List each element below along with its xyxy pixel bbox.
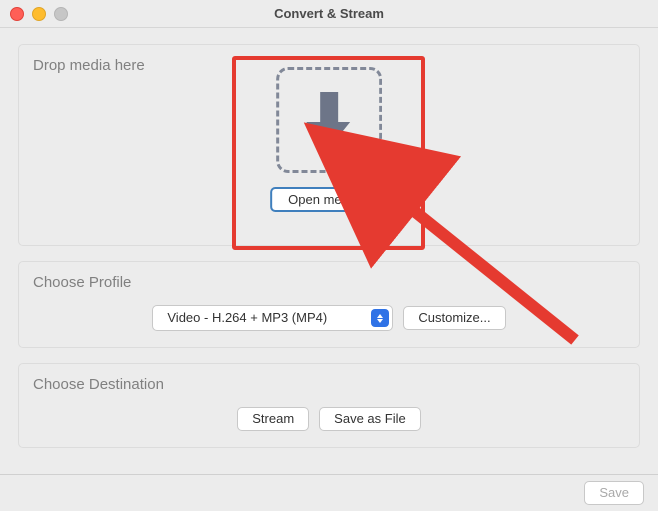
footer: Save xyxy=(0,474,658,511)
choose-profile-title: Choose Profile xyxy=(33,274,625,291)
content: Drop media here Open media... Choose Pro… xyxy=(0,28,658,465)
download-arrow-icon xyxy=(306,90,352,150)
save-as-file-button[interactable]: Save as File xyxy=(319,407,421,431)
customize-button[interactable]: Customize... xyxy=(403,306,505,330)
drop-zone-box[interactable] xyxy=(276,67,382,173)
save-button[interactable]: Save xyxy=(584,481,644,505)
drop-target[interactable]: Open media... xyxy=(270,67,388,212)
drop-media-panel: Drop media here Open media... xyxy=(18,44,640,246)
profile-select-value: Video - H.264 + MP3 (MP4) xyxy=(167,310,327,325)
choose-profile-panel: Choose Profile Video - H.264 + MP3 (MP4)… xyxy=(18,261,640,348)
chevron-updown-icon xyxy=(371,309,389,327)
choose-destination-panel: Choose Destination Stream Save as File xyxy=(18,363,640,448)
choose-destination-title: Choose Destination xyxy=(33,376,625,393)
titlebar: Convert & Stream xyxy=(0,0,658,28)
open-media-button[interactable]: Open media... xyxy=(270,187,388,212)
stream-button[interactable]: Stream xyxy=(237,407,309,431)
window-title: Convert & Stream xyxy=(0,0,658,27)
profile-select[interactable]: Video - H.264 + MP3 (MP4) xyxy=(152,305,393,331)
